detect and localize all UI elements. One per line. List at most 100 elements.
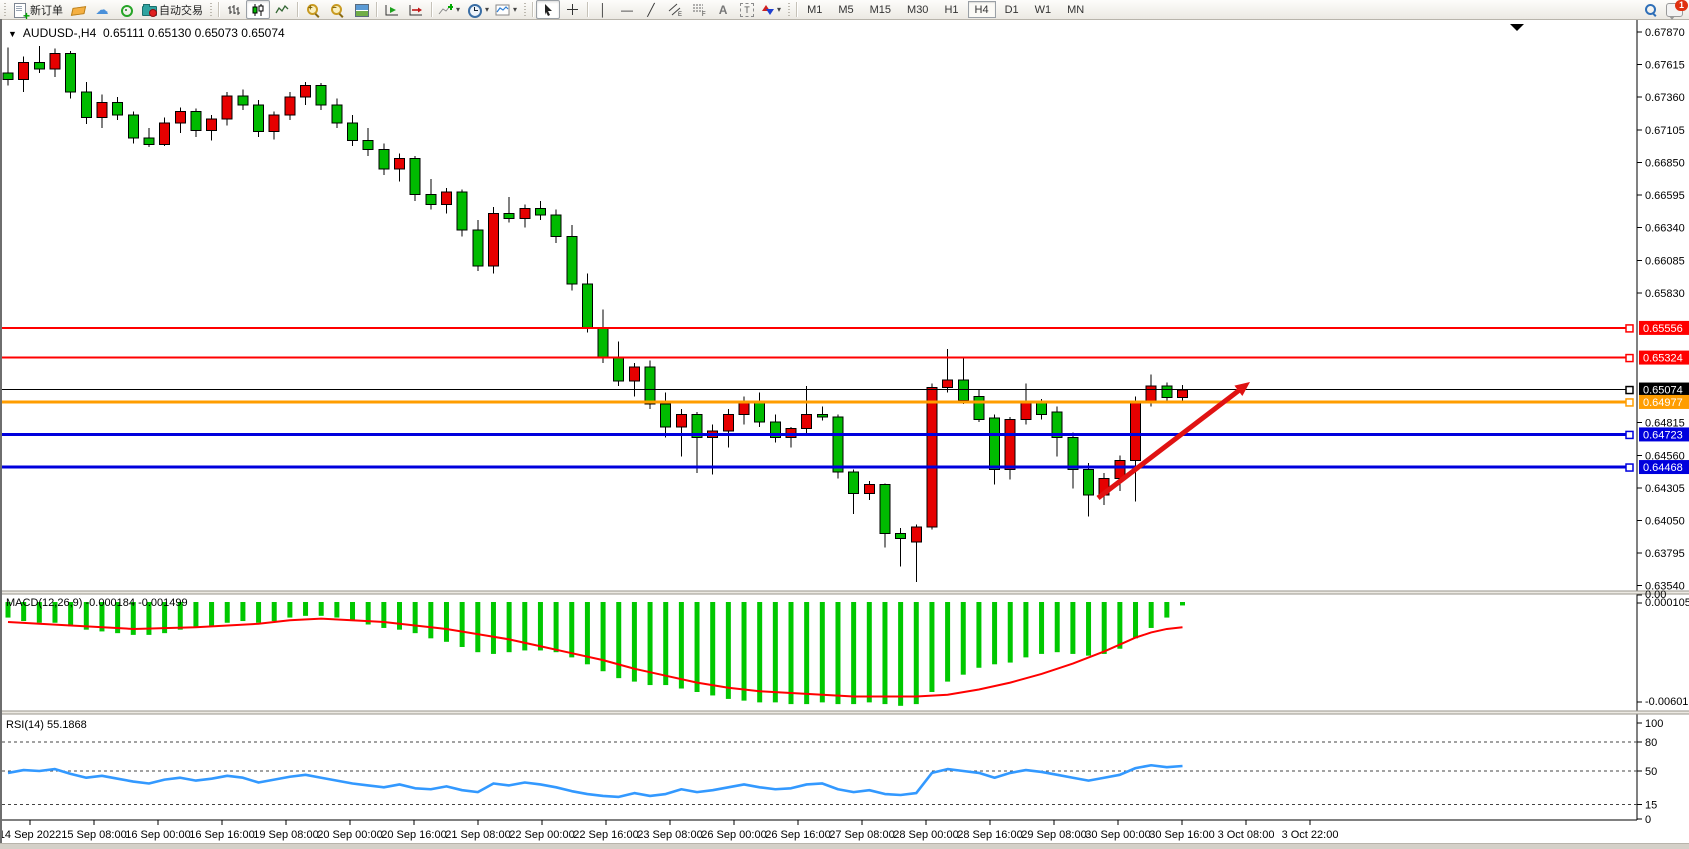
text-button[interactable]: A: [711, 0, 735, 19]
tab-timeframe-M30[interactable]: M30: [900, 1, 935, 18]
separator: [587, 2, 588, 17]
svg-text:28 Sep 16:00: 28 Sep 16:00: [957, 829, 1022, 841]
price-axis: 0.678700.676150.673600.671050.668500.665…: [1637, 27, 1689, 593]
macd-bar: [976, 602, 981, 668]
new-order-button[interactable]: + 新订单: [9, 0, 66, 19]
zoom-out-icon: −: [329, 2, 345, 18]
svg-text:0.64468: 0.64468: [1643, 462, 1683, 474]
chart-ohlc-quote: 0.65111 0.65130 0.65073 0.65074: [103, 26, 285, 40]
arrows-button[interactable]: ▾: [759, 0, 784, 19]
macd-bar: [961, 602, 966, 675]
signals-button[interactable]: [114, 0, 138, 19]
svg-text:100: 100: [1645, 718, 1663, 730]
svg-text:0.000105: 0.000105: [1645, 597, 1689, 609]
macd-bar: [1039, 602, 1044, 654]
svg-text:28 Sep 00:00: 28 Sep 00:00: [893, 829, 958, 841]
tile-windows-button[interactable]: [349, 0, 373, 19]
tab-timeframe-M5[interactable]: M5: [831, 1, 860, 18]
macd-bar: [742, 602, 747, 701]
candle: [786, 428, 796, 437]
candle: [598, 327, 608, 358]
macd-bar: [851, 602, 856, 704]
trendline-button[interactable]: ╱: [639, 0, 663, 19]
svg-text:0.66340: 0.66340: [1645, 223, 1685, 235]
channel-button[interactable]: E: [663, 0, 687, 19]
line-chart-button[interactable]: [270, 0, 294, 19]
candle: [207, 119, 217, 131]
candle: [504, 214, 514, 219]
candle: [755, 402, 765, 422]
horizontal-line-button[interactable]: —: [615, 0, 639, 19]
svg-text:26 Sep 16:00: 26 Sep 16:00: [765, 829, 830, 841]
text-label-button[interactable]: T: [735, 0, 759, 19]
macd-bar: [428, 602, 433, 638]
macd-bar: [225, 602, 230, 623]
svg-text:0.65074: 0.65074: [1643, 385, 1683, 397]
fibonacci-button[interactable]: F: [687, 0, 711, 19]
indicators-button[interactable]: ▾: [435, 0, 463, 19]
tab-timeframe-M1[interactable]: M1: [800, 1, 829, 18]
macd-bar: [256, 602, 261, 623]
bar-chart-button[interactable]: [222, 0, 246, 19]
crosshair-button[interactable]: [560, 0, 584, 19]
toolbar-grip[interactable]: [208, 3, 213, 17]
candle: [473, 230, 483, 266]
main-chart-canvas[interactable]: 0.678700.676150.673600.671050.668500.665…: [0, 20, 1689, 843]
arrows-icon: [762, 4, 774, 16]
tab-timeframe-H4[interactable]: H4: [968, 1, 996, 18]
tab-timeframe-H1[interactable]: H1: [937, 1, 965, 18]
candle: [911, 527, 921, 542]
chart-shift-button[interactable]: [404, 0, 428, 19]
zoom-in-button[interactable]: +: [301, 0, 325, 19]
vertical-line-button[interactable]: │: [591, 0, 615, 19]
svg-text:29 Sep 08:00: 29 Sep 08:00: [1021, 829, 1086, 841]
candle: [896, 533, 906, 538]
candle: [81, 92, 91, 118]
svg-text:-0.00601: -0.00601: [1645, 696, 1688, 708]
svg-text:0.66850: 0.66850: [1645, 157, 1685, 169]
toolbar-grip[interactable]: [522, 3, 527, 17]
macd-bar: [460, 602, 465, 647]
tab-timeframe-D1[interactable]: D1: [998, 1, 1026, 18]
tab-timeframe-MN[interactable]: MN: [1060, 1, 1091, 18]
cursor-button[interactable]: [536, 0, 560, 19]
search-icon[interactable]: [1644, 3, 1658, 17]
macd-bar: [1133, 602, 1138, 638]
tab-timeframe-W1[interactable]: W1: [1028, 1, 1059, 18]
macd-indicator-label: MACD(12,26,9) -0.000184 -0.001499: [6, 597, 188, 609]
svg-text:0.63795: 0.63795: [1645, 548, 1685, 560]
candle: [426, 194, 436, 204]
candle: [1021, 403, 1031, 420]
templates-button[interactable]: ▾: [492, 0, 520, 19]
svg-text:0.66595: 0.66595: [1645, 190, 1685, 202]
new-order-icon: +: [12, 2, 28, 18]
macd-bar: [1180, 602, 1185, 605]
line-chart-icon: [275, 4, 289, 16]
candle: [1178, 390, 1188, 398]
macd-bar: [1023, 602, 1028, 657]
toolbar-grip[interactable]: [786, 3, 791, 17]
tab-timeframe-M15[interactable]: M15: [863, 1, 898, 18]
macd-bar: [663, 602, 668, 685]
zoom-out-button[interactable]: −: [325, 0, 349, 19]
candle: [943, 380, 953, 388]
publish-button[interactable]: ☁: [90, 0, 114, 19]
macd-bar: [1086, 602, 1091, 656]
notifications-icon[interactable]: 1: [1666, 3, 1683, 17]
macd-bar: [1008, 602, 1013, 663]
macd-bar: [397, 602, 402, 630]
svg-text:50: 50: [1645, 766, 1657, 778]
chart-dropdown-icon[interactable]: ▼: [8, 29, 17, 39]
candlestick-chart-button[interactable]: [246, 0, 270, 19]
macd-bar: [491, 602, 496, 654]
periods-button[interactable]: ▾: [463, 0, 492, 19]
candle: [1146, 386, 1156, 401]
candle: [222, 96, 232, 119]
highlight-button[interactable]: [66, 0, 90, 19]
svg-text:0.65830: 0.65830: [1645, 288, 1685, 300]
svg-text:22 Sep 00:00: 22 Sep 00:00: [509, 829, 574, 841]
toolbar-grip[interactable]: [2, 3, 7, 17]
candle: [144, 138, 154, 144]
auto-scroll-button[interactable]: [380, 0, 404, 19]
auto-trading-button[interactable]: 自动交易: [138, 0, 206, 19]
